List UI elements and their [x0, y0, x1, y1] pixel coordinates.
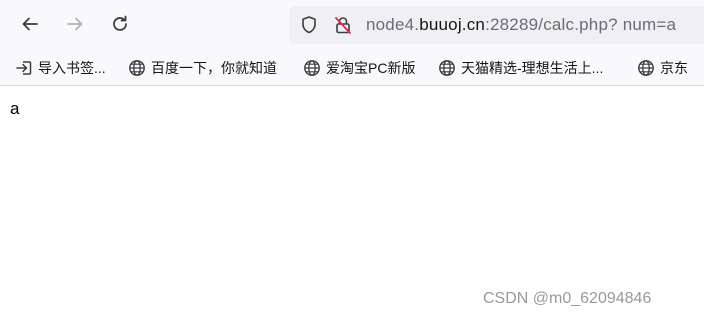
globe-icon [304, 60, 320, 76]
bookmark-label: 导入书签... [38, 60, 106, 76]
insecure-lock-icon[interactable] [333, 15, 353, 35]
arrow-left-icon [22, 17, 38, 31]
bookmarks-bar: 导入书签... 百度一下，你就知道 爱淘宝PC新版 天猫精选-理想生活上... … [0, 50, 704, 86]
import-icon [16, 61, 32, 75]
back-button[interactable] [15, 9, 45, 39]
bookmark-tmall[interactable]: 天猫精选-理想生活上... [438, 58, 603, 78]
bookmark-label: 京东 [660, 60, 688, 76]
browser-toolbar: node4.buuoj.cn:28289/calc.php? num=a [0, 0, 704, 50]
url-prefix: node4. [366, 15, 420, 34]
bookmark-label: 天猫精选-理想生活上... [461, 60, 604, 76]
bookmark-baidu[interactable]: 百度一下，你就知道 [128, 58, 277, 78]
page-body-text: a [10, 99, 20, 118]
forward-button[interactable] [60, 9, 90, 39]
globe-icon [638, 60, 654, 76]
url-text[interactable]: node4.buuoj.cn:28289/calc.php? num=a [366, 15, 676, 35]
shield-icon[interactable] [299, 15, 319, 35]
arrow-right-icon [67, 17, 83, 31]
bookmark-label: 爱淘宝PC新版 [326, 60, 416, 76]
reload-icon [113, 15, 127, 31]
globe-icon [129, 60, 145, 76]
bookmark-label: 百度一下，你就知道 [151, 60, 277, 76]
url-suffix: :28289/calc.php? num=a [485, 15, 677, 34]
bookmark-aitaobao[interactable]: 爱淘宝PC新版 [303, 58, 415, 78]
watermark: CSDN @m0_62094846 [483, 290, 652, 307]
reload-button[interactable] [105, 9, 135, 39]
url-host: buuoj.cn [419, 15, 486, 34]
address-bar[interactable]: node4.buuoj.cn:28289/calc.php? num=a [289, 6, 704, 44]
bookmark-jd[interactable]: 京东 [637, 58, 688, 78]
bookmark-import[interactable]: 导入书签... [15, 58, 106, 78]
globe-icon [439, 60, 455, 76]
